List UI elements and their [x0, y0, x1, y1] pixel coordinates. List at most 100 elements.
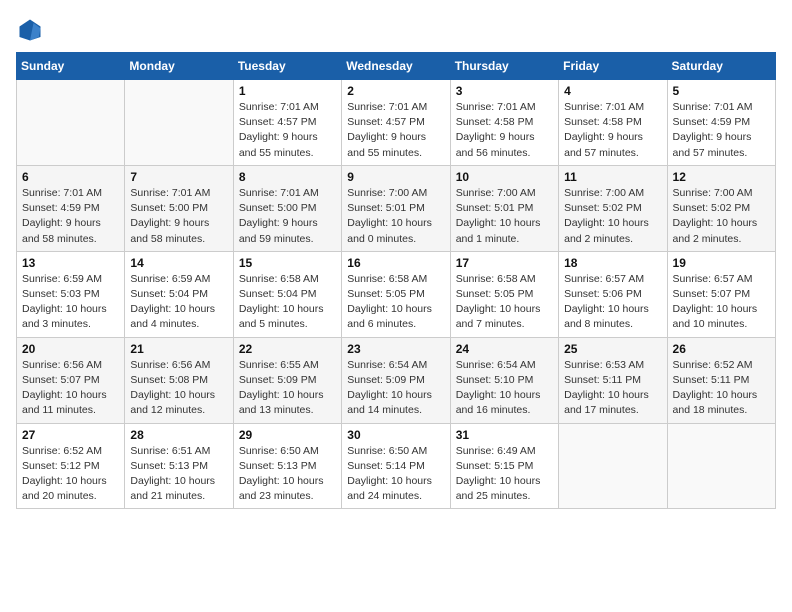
calendar-cell: 9 Sunrise: 7:00 AMSunset: 5:01 PMDaylight…: [342, 165, 450, 251]
calendar-cell: 8Sunrise: 7:01 AMSunset: 5:00 PMDaylight…: [233, 165, 341, 251]
day-info: Sunrise: 6:54 AMSunset: 5:09 PMDaylight:…: [347, 358, 444, 419]
calendar-cell: 4 Sunrise: 7:01 AMSunset: 4:58 PMDaylight…: [559, 80, 667, 166]
weekday-header-sunday: Sunday: [17, 53, 125, 80]
calendar-cell: 21 Sunrise: 6:56 AMSunset: 5:08 PMDayligh…: [125, 337, 233, 423]
day-info: Sunrise: 6:54 AMSunset: 5:10 PMDaylight:…: [456, 358, 553, 419]
day-info: Sunrise: 7:01 AMSunset: 4:58 PMDaylight:…: [456, 100, 553, 161]
day-number: 20: [22, 342, 119, 356]
day-info: Sunrise: 6:50 AMSunset: 5:14 PMDaylight:…: [347, 444, 444, 505]
day-info: Sunrise: 6:56 AMSunset: 5:07 PMDaylight:…: [22, 358, 119, 419]
day-info: Sunrise: 6:58 AMSunset: 5:05 PMDaylight:…: [347, 272, 444, 333]
day-info: Sunrise: 7:01 AMSunset: 5:00 PMDaylight:…: [239, 186, 336, 247]
day-info: Sunrise: 7:00 AMSunset: 5:01 PMDaylight:…: [347, 186, 444, 247]
calendar-cell: 1 Sunrise: 7:01 AMSunset: 4:57 PMDaylight…: [233, 80, 341, 166]
weekday-header-saturday: Saturday: [667, 53, 775, 80]
calendar-cell: 31Sunrise: 6:49 AMSunset: 5:15 PMDayligh…: [450, 423, 558, 509]
calendar-cell: 19 Sunrise: 6:57 AMSunset: 5:07 PMDayligh…: [667, 251, 775, 337]
day-number: 18: [564, 256, 661, 270]
day-number: 27: [22, 428, 119, 442]
weekday-header-friday: Friday: [559, 53, 667, 80]
logo: [16, 16, 48, 44]
calendar-cell: [667, 423, 775, 509]
day-info: Sunrise: 7:01 AMSunset: 4:59 PMDaylight:…: [22, 186, 119, 247]
day-info: Sunrise: 6:58 AMSunset: 5:04 PMDaylight:…: [239, 272, 336, 333]
day-info: Sunrise: 6:50 AMSunset: 5:13 PMDaylight:…: [239, 444, 336, 505]
calendar-cell: 20 Sunrise: 6:56 AMSunset: 5:07 PMDayligh…: [17, 337, 125, 423]
day-info: Sunrise: 7:01 AMSunset: 4:58 PMDaylight:…: [564, 100, 661, 161]
day-info: Sunrise: 7:00 AMSunset: 5:02 PMDaylight:…: [673, 186, 770, 247]
day-number: 5: [673, 84, 770, 98]
day-number: 9: [347, 170, 444, 184]
calendar-cell: 11 Sunrise: 7:00 AMSunset: 5:02 PMDayligh…: [559, 165, 667, 251]
day-info: Sunrise: 6:57 AMSunset: 5:07 PMDaylight:…: [673, 272, 770, 333]
day-number: 25: [564, 342, 661, 356]
day-number: 21: [130, 342, 227, 356]
calendar-cell: 27 Sunrise: 6:52 AMSunset: 5:12 PMDayligh…: [17, 423, 125, 509]
day-info: Sunrise: 7:00 AMSunset: 5:02 PMDaylight:…: [564, 186, 661, 247]
day-number: 10: [456, 170, 553, 184]
day-info: Sunrise: 6:59 AMSunset: 5:03 PMDaylight:…: [22, 272, 119, 333]
day-info: Sunrise: 7:01 AMSunset: 4:57 PMDaylight:…: [347, 100, 444, 161]
day-number: 11: [564, 170, 661, 184]
page-header: [16, 16, 776, 44]
calendar-week-5: 27 Sunrise: 6:52 AMSunset: 5:12 PMDayligh…: [17, 423, 776, 509]
calendar-cell: 26Sunrise: 6:52 AMSunset: 5:11 PMDayligh…: [667, 337, 775, 423]
day-number: 26: [673, 342, 770, 356]
day-number: 16: [347, 256, 444, 270]
calendar-cell: 12 Sunrise: 7:00 AMSunset: 5:02 PMDayligh…: [667, 165, 775, 251]
day-number: 12: [673, 170, 770, 184]
calendar-cell: 10Sunrise: 7:00 AMSunset: 5:01 PMDayligh…: [450, 165, 558, 251]
day-number: 23: [347, 342, 444, 356]
day-number: 13: [22, 256, 119, 270]
day-info: Sunrise: 6:59 AMSunset: 5:04 PMDaylight:…: [130, 272, 227, 333]
calendar-cell: 18 Sunrise: 6:57 AMSunset: 5:06 PMDayligh…: [559, 251, 667, 337]
day-info: Sunrise: 6:52 AMSunset: 5:12 PMDaylight:…: [22, 444, 119, 505]
calendar-week-3: 13 Sunrise: 6:59 AMSunset: 5:03 PMDayligh…: [17, 251, 776, 337]
day-info: Sunrise: 7:01 AMSunset: 4:59 PMDaylight:…: [673, 100, 770, 161]
day-number: 31: [456, 428, 553, 442]
calendar-cell: 17 Sunrise: 6:58 AMSunset: 5:05 PMDayligh…: [450, 251, 558, 337]
day-number: 7: [130, 170, 227, 184]
day-info: Sunrise: 6:53 AMSunset: 5:11 PMDaylight:…: [564, 358, 661, 419]
calendar-cell: 15 Sunrise: 6:58 AMSunset: 5:04 PMDayligh…: [233, 251, 341, 337]
calendar-cell: 6 Sunrise: 7:01 AMSunset: 4:59 PMDaylight…: [17, 165, 125, 251]
day-number: 4: [564, 84, 661, 98]
day-number: 3: [456, 84, 553, 98]
calendar-cell: 16 Sunrise: 6:58 AMSunset: 5:05 PMDayligh…: [342, 251, 450, 337]
calendar-cell: 13 Sunrise: 6:59 AMSunset: 5:03 PMDayligh…: [17, 251, 125, 337]
calendar-cell: 5 Sunrise: 7:01 AMSunset: 4:59 PMDaylight…: [667, 80, 775, 166]
calendar-cell: 3 Sunrise: 7:01 AMSunset: 4:58 PMDaylight…: [450, 80, 558, 166]
day-number: 1: [239, 84, 336, 98]
logo-icon: [16, 16, 44, 44]
day-number: 19: [673, 256, 770, 270]
day-number: 15: [239, 256, 336, 270]
calendar-cell: [125, 80, 233, 166]
day-number: 24: [456, 342, 553, 356]
day-info: Sunrise: 6:51 AMSunset: 5:13 PMDaylight:…: [130, 444, 227, 505]
calendar-cell: [17, 80, 125, 166]
calendar-cell: 22 Sunrise: 6:55 AMSunset: 5:09 PMDayligh…: [233, 337, 341, 423]
calendar-table: SundayMondayTuesdayWednesdayThursdayFrid…: [16, 52, 776, 509]
day-number: 2: [347, 84, 444, 98]
day-number: 29: [239, 428, 336, 442]
day-info: Sunrise: 6:57 AMSunset: 5:06 PMDaylight:…: [564, 272, 661, 333]
calendar-cell: 25 Sunrise: 6:53 AMSunset: 5:11 PMDayligh…: [559, 337, 667, 423]
calendar-cell: 29 Sunrise: 6:50 AMSunset: 5:13 PMDayligh…: [233, 423, 341, 509]
day-number: 22: [239, 342, 336, 356]
calendar-week-1: 1 Sunrise: 7:01 AMSunset: 4:57 PMDaylight…: [17, 80, 776, 166]
weekday-header-wednesday: Wednesday: [342, 53, 450, 80]
day-info: Sunrise: 7:01 AMSunset: 4:57 PMDaylight:…: [239, 100, 336, 161]
calendar-cell: 28Sunrise: 6:51 AMSunset: 5:13 PMDayligh…: [125, 423, 233, 509]
day-number: 17: [456, 256, 553, 270]
day-number: 30: [347, 428, 444, 442]
calendar-cell: 7Sunrise: 7:01 AMSunset: 5:00 PMDaylight…: [125, 165, 233, 251]
day-number: 6: [22, 170, 119, 184]
calendar-cell: 30 Sunrise: 6:50 AMSunset: 5:14 PMDayligh…: [342, 423, 450, 509]
day-info: Sunrise: 6:58 AMSunset: 5:05 PMDaylight:…: [456, 272, 553, 333]
day-info: Sunrise: 6:55 AMSunset: 5:09 PMDaylight:…: [239, 358, 336, 419]
calendar-week-4: 20 Sunrise: 6:56 AMSunset: 5:07 PMDayligh…: [17, 337, 776, 423]
weekday-header-monday: Monday: [125, 53, 233, 80]
day-info: Sunrise: 6:56 AMSunset: 5:08 PMDaylight:…: [130, 358, 227, 419]
calendar-cell: 24 Sunrise: 6:54 AMSunset: 5:10 PMDayligh…: [450, 337, 558, 423]
day-number: 14: [130, 256, 227, 270]
